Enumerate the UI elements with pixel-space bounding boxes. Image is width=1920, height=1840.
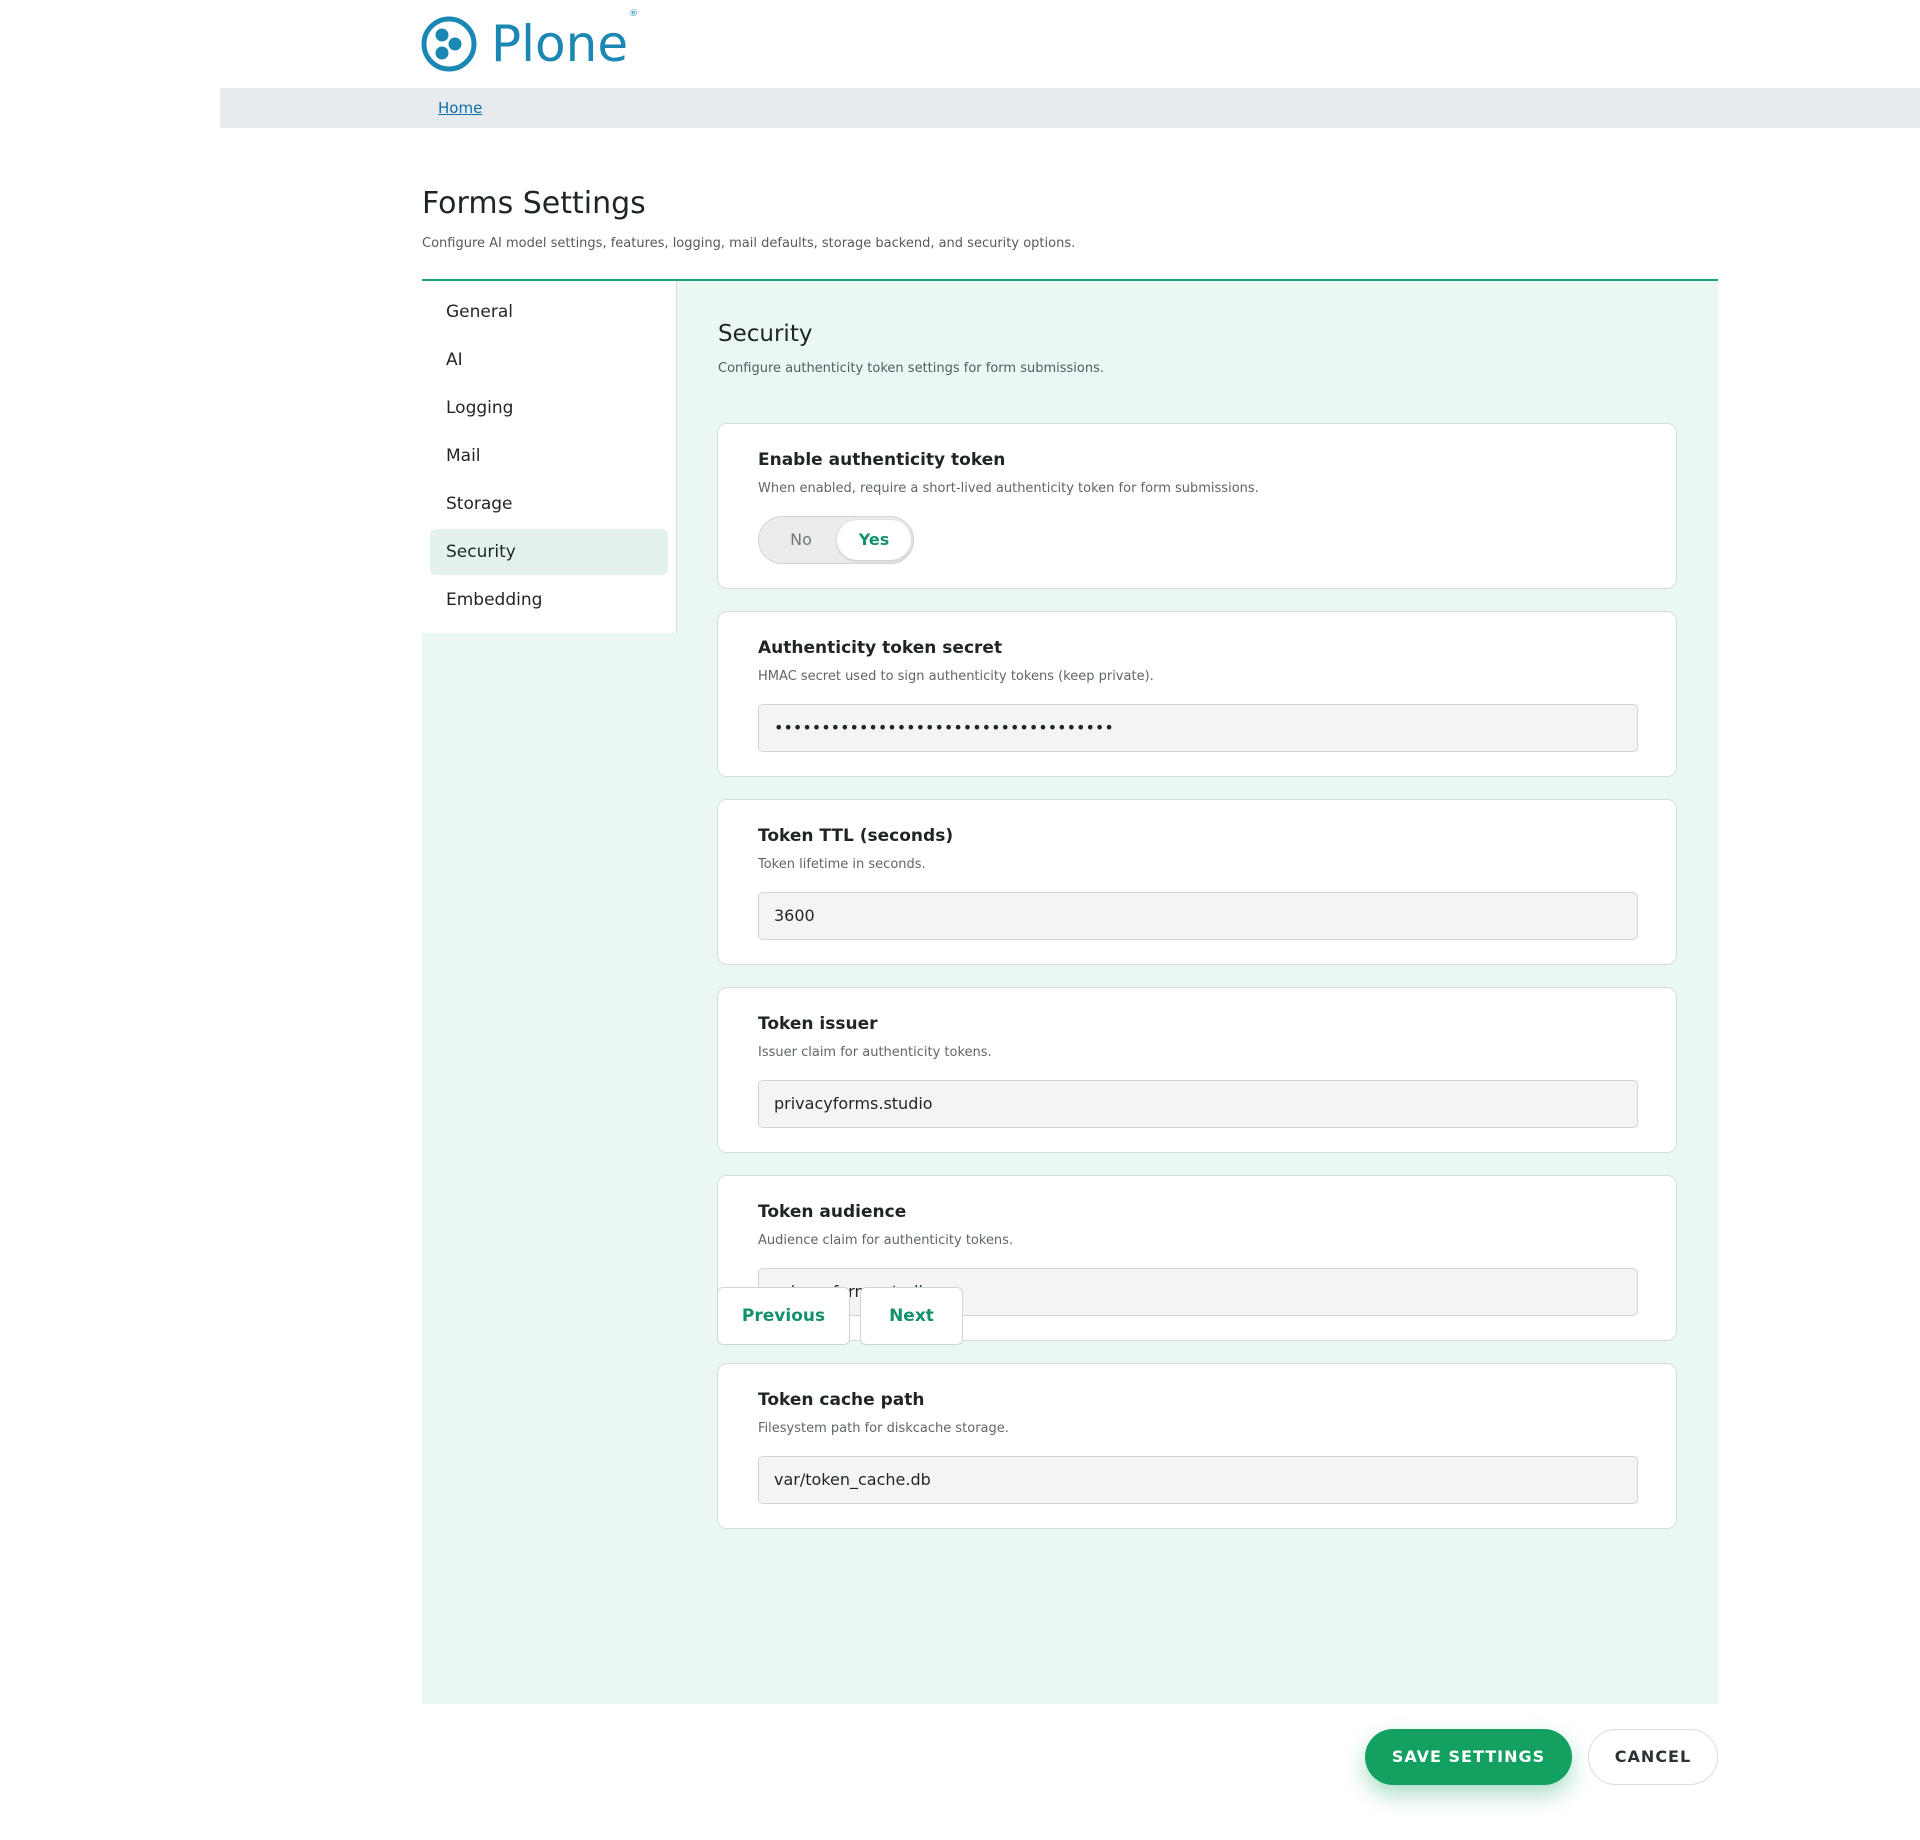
section-description: Configure authenticity token settings fo…: [718, 361, 1105, 376]
field-help: Filesystem path for diskcache storage.: [758, 1421, 1009, 1436]
enable-token-card: Enable authenticity token When enabled, …: [717, 423, 1677, 589]
page-description: Configure AI model settings, features, l…: [422, 236, 1076, 251]
token-cache-path-input[interactable]: var/token_cache.db: [758, 1456, 1638, 1504]
brand-name: Plone: [491, 15, 629, 73]
section-title: Security: [718, 321, 813, 347]
sidebar-item-ai[interactable]: AI: [430, 337, 668, 383]
previous-button[interactable]: Previous: [717, 1287, 850, 1345]
token-cache-path-card: Token cache path Filesystem path for dis…: [717, 1363, 1677, 1529]
save-settings-button[interactable]: SAVE SETTINGS: [1365, 1729, 1572, 1785]
sidebar-item-storage[interactable]: Storage: [430, 481, 668, 527]
token-secret-input[interactable]: ••••••••••••••••••••••••••••••••••••: [758, 704, 1638, 752]
toggle-option-yes[interactable]: Yes: [837, 520, 911, 560]
field-label: Token TTL (seconds): [758, 826, 954, 846]
next-button[interactable]: Next: [860, 1287, 963, 1345]
breadcrumb: Home: [220, 88, 1920, 128]
field-label: Enable authenticity token: [758, 450, 1006, 470]
token-secret-card: Authenticity token secret HMAC secret us…: [717, 611, 1677, 777]
token-ttl-input[interactable]: 3600: [758, 892, 1638, 940]
token-issuer-input[interactable]: privacyforms.studio: [758, 1080, 1638, 1128]
page-title: Forms Settings: [422, 186, 646, 221]
sidebar-item-logging[interactable]: Logging: [430, 385, 668, 431]
field-help: When enabled, require a short-lived auth…: [758, 481, 1259, 496]
token-issuer-card: Token issuer Issuer claim for authentici…: [717, 987, 1677, 1153]
enable-token-toggle[interactable]: No Yes: [758, 516, 914, 564]
sidebar-item-security[interactable]: Security: [430, 529, 668, 575]
brand-reg-mark: ®: [629, 9, 639, 19]
sidebar-panel-background: [422, 633, 678, 1704]
cancel-button[interactable]: CANCEL: [1588, 1729, 1718, 1785]
sidebar-item-mail[interactable]: Mail: [430, 433, 668, 479]
field-help: Issuer claim for authenticity tokens.: [758, 1045, 992, 1060]
field-label: Token audience: [758, 1202, 907, 1222]
plone-logo-icon: [421, 16, 477, 72]
settings-sidebar: General AI Logging Mail Storage Security…: [422, 281, 677, 633]
sidebar-item-general[interactable]: General: [430, 289, 668, 335]
breadcrumb-home-link[interactable]: Home: [438, 99, 482, 117]
toggle-option-no[interactable]: No: [771, 517, 831, 563]
field-help: HMAC secret used to sign authenticity to…: [758, 669, 1154, 684]
field-help: Audience claim for authenticity tokens.: [758, 1233, 1014, 1248]
plone-logo[interactable]: Plone ®: [421, 9, 638, 73]
settings-main-panel: Security Configure authenticity token se…: [677, 281, 1718, 1704]
field-help: Token lifetime in seconds.: [758, 857, 926, 872]
field-label: Authenticity token secret: [758, 638, 1003, 658]
token-ttl-card: Token TTL (seconds) Token lifetime in se…: [717, 799, 1677, 965]
sidebar-item-embedding[interactable]: Embedding: [430, 577, 668, 623]
field-label: Token issuer: [758, 1014, 878, 1034]
field-label: Token cache path: [758, 1390, 925, 1410]
